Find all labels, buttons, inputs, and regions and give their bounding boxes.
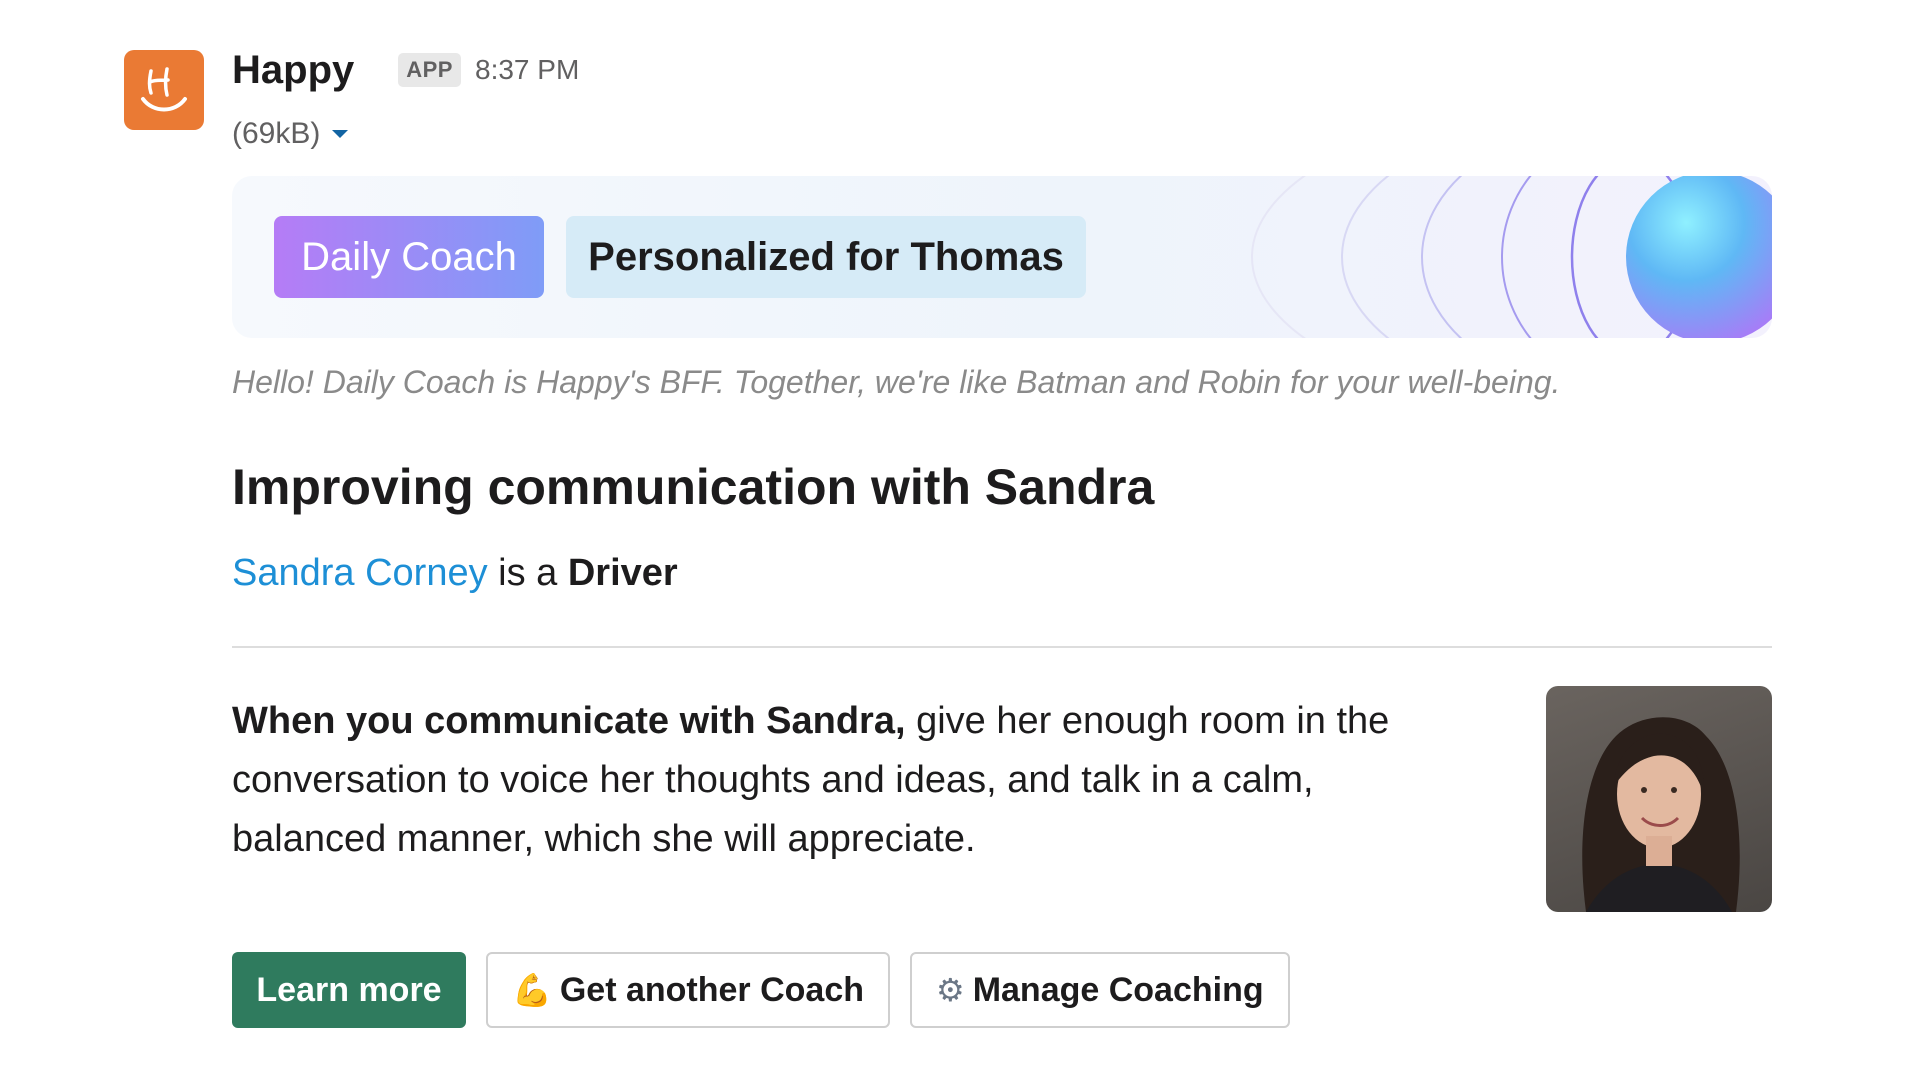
happy-logo-icon[interactable] bbox=[124, 50, 204, 130]
get-another-coach-button[interactable]: 💪 Get another Coach bbox=[486, 952, 891, 1028]
action-buttons: Learn more 💪 Get another Coach ⚙ Manage … bbox=[232, 952, 1290, 1028]
message: Happy APP 8:37 PM (69kB) Daily Coach Per… bbox=[232, 38, 1772, 1028]
message-header: Happy APP 8:37 PM bbox=[232, 38, 1772, 102]
caret-down-icon[interactable] bbox=[332, 130, 349, 138]
gear-icon: ⚙ bbox=[936, 972, 965, 1008]
app-badge: APP bbox=[398, 53, 461, 87]
is-a-text: is a bbox=[498, 552, 558, 594]
get-another-coach-label: Get another Coach bbox=[559, 970, 865, 1009]
person-photo[interactable] bbox=[1546, 686, 1772, 912]
divider bbox=[232, 646, 1772, 648]
coaching-body-lead: When you communicate with Sandra, bbox=[232, 700, 906, 742]
learn-more-button[interactable]: Learn more bbox=[232, 952, 466, 1028]
daily-coach-banner: Daily Coach Personalized for Thomas bbox=[232, 176, 1772, 338]
sender-name[interactable]: Happy bbox=[232, 48, 354, 93]
coaching-title: Improving communication with Sandra bbox=[232, 459, 1155, 515]
person-link[interactable]: Sandra Corney bbox=[232, 552, 488, 594]
flexed-biceps-icon: 💪 bbox=[512, 972, 552, 1008]
file-size-toggle[interactable]: (69kB) bbox=[232, 112, 1772, 156]
banner-arcs-decoration bbox=[1251, 176, 1772, 338]
personality-type: Driver bbox=[567, 552, 678, 594]
daily-coach-tag: Daily Coach bbox=[274, 216, 544, 298]
coaching-body: When you communicate with Sandra, give h… bbox=[232, 692, 1442, 869]
file-size: (69kB) bbox=[232, 117, 321, 150]
manage-coaching-label: Manage Coaching bbox=[972, 970, 1264, 1009]
timestamp[interactable]: 8:37 PM bbox=[475, 54, 579, 86]
manage-coaching-button[interactable]: ⚙ Manage Coaching bbox=[910, 952, 1290, 1028]
personalized-tag: Personalized for Thomas bbox=[566, 216, 1086, 298]
intro-text: Hello! Daily Coach is Happy's BFF. Toget… bbox=[232, 364, 1561, 400]
personality-line: Sandra Corney is a Driver bbox=[232, 552, 678, 595]
